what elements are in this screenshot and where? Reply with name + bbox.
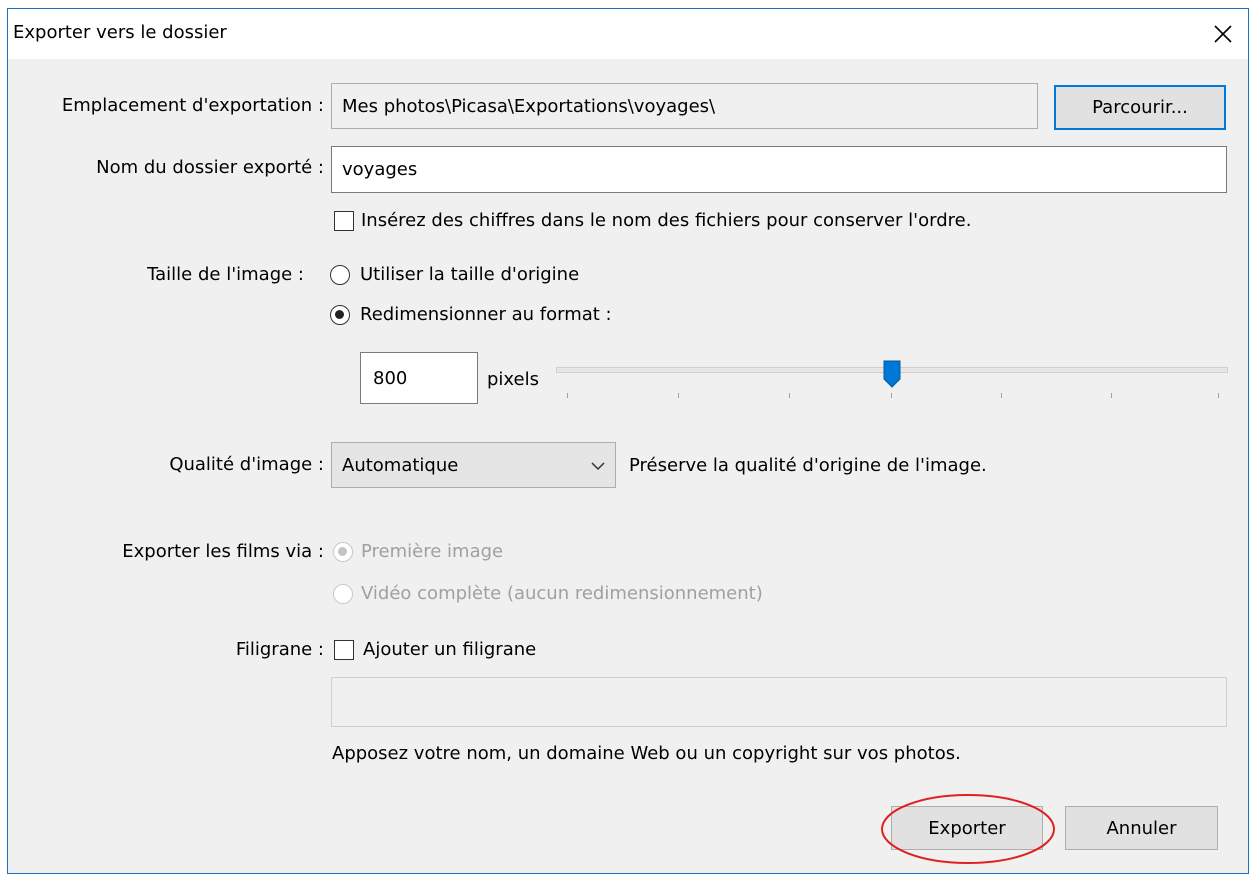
number-files-checkbox[interactable] <box>334 211 354 231</box>
title-bar: Exporter vers le dossier <box>8 9 1248 59</box>
chevron-down-icon <box>591 462 605 471</box>
first-frame-radio[interactable] <box>333 542 353 562</box>
slider-thumb[interactable] <box>882 359 902 389</box>
highlight-ellipse <box>881 794 1055 864</box>
slider-tick <box>1001 393 1002 398</box>
resize-label: Redimensionner au format : <box>360 304 612 325</box>
resize-radio-dot <box>335 310 344 319</box>
watermark-label: Filigrane : <box>235 639 324 660</box>
location-label: Emplacement d'exportation : <box>61 95 324 116</box>
close-button[interactable] <box>1198 9 1248 59</box>
watermark-checkbox-label: Ajouter un filigrane <box>363 639 537 660</box>
slider-tick <box>678 393 679 398</box>
image-size-label: Taille de l'image : <box>147 264 304 285</box>
full-video-radio[interactable] <box>333 584 353 604</box>
browse-button[interactable]: Parcourir... <box>1054 85 1226 130</box>
dialog-title: Exporter vers le dossier <box>13 22 227 43</box>
export-dialog: Exporter vers le dossier Emplacement d'e… <box>7 8 1249 874</box>
original-size-radio[interactable] <box>330 265 350 285</box>
quality-select[interactable]: Automatique <box>331 442 616 488</box>
location-value: Mes photos\Picasa\Exportations\voyages\ <box>342 95 716 117</box>
resize-radio[interactable] <box>330 305 350 325</box>
pixels-unit-label: pixels <box>487 369 539 390</box>
folder-name-input[interactable]: voyages <box>331 146 1227 193</box>
quality-selected-value: Automatique <box>342 454 459 476</box>
folder-name-value: voyages <box>342 159 418 180</box>
first-frame-label: Première image <box>361 541 504 562</box>
quality-label: Qualité d'image : <box>169 454 324 475</box>
full-video-label: Vidéo complète (aucun redimensionnement) <box>361 583 763 604</box>
close-icon <box>1214 25 1232 43</box>
location-field[interactable]: Mes photos\Picasa\Exportations\voyages\ <box>331 83 1038 129</box>
watermark-checkbox[interactable] <box>334 640 354 660</box>
slider-tick <box>891 393 892 398</box>
browse-button-label: Parcourir... <box>1092 97 1188 118</box>
slider-thumb-icon <box>883 360 901 388</box>
watermark-hint: Apposez votre nom, un domaine Web ou un … <box>332 743 961 764</box>
slider-tick <box>1111 393 1112 398</box>
folder-name-label: Nom du dossier exporté : <box>96 157 324 178</box>
original-size-label: Utiliser la taille d'origine <box>360 264 580 285</box>
slider-tick <box>1218 393 1219 398</box>
cancel-button[interactable]: Annuler <box>1065 806 1218 850</box>
pixels-value: 800 <box>373 367 408 389</box>
pixels-input[interactable]: 800 <box>360 352 478 404</box>
movies-label: Exporter les films via : <box>122 541 324 562</box>
number-files-label: Insérez des chiffres dans le nom des fic… <box>361 210 972 231</box>
slider-tick <box>789 393 790 398</box>
first-frame-radio-dot <box>338 547 347 556</box>
cancel-button-label: Annuler <box>1106 817 1177 839</box>
slider-tick <box>567 393 568 398</box>
size-slider[interactable] <box>556 359 1228 404</box>
quality-description: Préserve la qualité d'origine de l'image… <box>629 455 987 476</box>
watermark-input[interactable] <box>331 677 1227 727</box>
